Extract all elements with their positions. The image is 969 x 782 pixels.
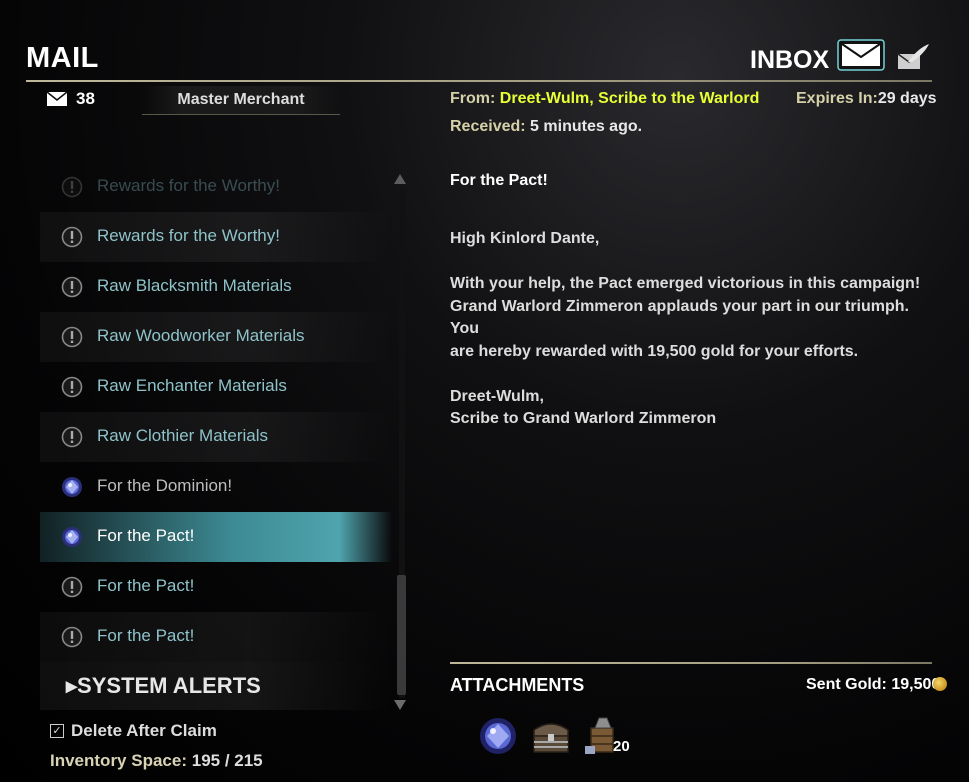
mail-count: 38 xyxy=(76,89,95,108)
expires-label: Expires In: xyxy=(796,90,878,107)
mail-subject: Raw Woodworker Materials xyxy=(97,326,305,345)
mail-count-icon xyxy=(47,92,67,106)
delete-after-claim-label: Delete After Claim xyxy=(71,721,217,740)
message-body-line: Grand Warlord Zimmeron applauds your par… xyxy=(450,297,909,338)
mail-list-item-selected[interactable]: For the Pact! xyxy=(40,512,392,562)
gem-icon xyxy=(62,477,82,497)
alert-icon xyxy=(61,276,83,298)
inventory-space-label: Inventory Space: xyxy=(50,751,187,770)
mail-subject: Rewards for the Worthy! xyxy=(97,226,280,245)
alert-icon xyxy=(61,626,83,648)
alert-icon xyxy=(61,426,83,448)
message-greeting: High Kinlord Dante, xyxy=(450,230,600,247)
mail-subject: For the Dominion! xyxy=(97,476,233,495)
inbox-envelope-icon[interactable] xyxy=(836,38,886,72)
attachment-item-count: 20 xyxy=(613,738,630,755)
received-line: Received: 5 minutes ago. xyxy=(450,118,642,136)
mail-list-item[interactable]: For the Dominion! xyxy=(40,462,392,512)
mail-subject: For the Pact! xyxy=(97,626,195,645)
received-label: Received: xyxy=(450,118,526,135)
mail-subject: Raw Blacksmith Materials xyxy=(97,276,292,295)
master-merchant-tab[interactable]: Master Merchant xyxy=(142,86,340,115)
mail-list-item[interactable]: Rewards for the Worthy! xyxy=(40,212,392,262)
sent-gold: Sent Gold: 19,500 xyxy=(806,676,940,694)
gem-icon[interactable] xyxy=(478,716,518,756)
header-divider xyxy=(26,80,932,82)
mail-list-item[interactable]: Raw Woodworker Materials xyxy=(40,312,392,362)
mail-subject: For the Pact! xyxy=(97,526,195,545)
page-title: MAIL xyxy=(26,42,99,74)
alert-icon xyxy=(61,326,83,348)
message-signature-line: Scribe to Grand Warlord Zimmeron xyxy=(450,410,717,427)
inventory-space: Inventory Space: 195 / 215 xyxy=(50,751,263,771)
mail-list-item[interactable]: For the Pact! xyxy=(40,612,392,662)
inbox-label: INBOX xyxy=(750,46,830,74)
from-line: From: Dreet-Wulm, Scribe to the Warlord xyxy=(450,90,759,108)
expand-arrow-icon: ▸ xyxy=(66,673,78,698)
gold-coin-icon xyxy=(933,677,947,691)
system-alerts-header[interactable]: ▸SYSTEM ALERTS xyxy=(66,673,261,699)
scroll-up-arrow[interactable] xyxy=(394,174,406,184)
gem-icon xyxy=(62,527,82,547)
mail-subject: For the Pact! xyxy=(97,576,195,595)
mail-list-item[interactable]: Raw Blacksmith Materials xyxy=(40,262,392,312)
mail-subject: Raw Clothier Materials xyxy=(97,426,268,445)
inventory-space-value: 195 / 215 xyxy=(191,751,263,770)
mail-list-item[interactable]: For the Pact! xyxy=(40,562,392,612)
mail-list: Rewards for the Worthy! Rewards for the … xyxy=(40,162,392,662)
from-value: Dreet-Wulm, Scribe to the Warlord xyxy=(499,90,760,107)
expires-line: Expires In:29 days xyxy=(796,90,937,108)
received-value: 5 minutes ago. xyxy=(530,118,643,135)
from-label: From: xyxy=(450,90,496,107)
alert-icon xyxy=(61,576,83,598)
mail-list-item[interactable]: Raw Clothier Materials xyxy=(40,412,392,462)
message-signature-line: Dreet-Wulm, xyxy=(450,387,544,405)
sent-gold-label: Sent Gold: xyxy=(806,676,887,693)
attachments-title: ATTACHMENTS xyxy=(450,675,585,695)
expires-value: 29 days xyxy=(877,90,937,107)
message-body: High Kinlord Dante, With your help, the … xyxy=(450,228,940,431)
alert-icon xyxy=(61,176,83,198)
delete-after-claim-checkbox[interactable]: ✓ xyxy=(50,724,64,738)
message-body-line: With your help, the Pact emerged victori… xyxy=(450,275,921,292)
mail-list-item[interactable]: Raw Enchanter Materials xyxy=(40,362,392,412)
mail-subject: Raw Enchanter Materials xyxy=(97,376,287,395)
chest-icon[interactable] xyxy=(530,716,572,756)
scrollbar-thumb[interactable] xyxy=(397,575,406,695)
message-body-line: are hereby rewarded with 19,500 gold for… xyxy=(450,342,859,360)
compose-mail-icon[interactable] xyxy=(896,42,930,72)
message-subject: For the Pact! xyxy=(450,172,548,189)
mail-subject: Rewards for the Worthy! xyxy=(97,176,280,195)
alert-icon xyxy=(61,376,83,398)
alert-icon xyxy=(61,226,83,248)
attachments-divider xyxy=(450,662,932,664)
mail-list-item[interactable]: Rewards for the Worthy! xyxy=(40,162,392,212)
scroll-down-arrow[interactable] xyxy=(394,700,406,710)
system-alerts-label: SYSTEM ALERTS xyxy=(77,673,261,698)
